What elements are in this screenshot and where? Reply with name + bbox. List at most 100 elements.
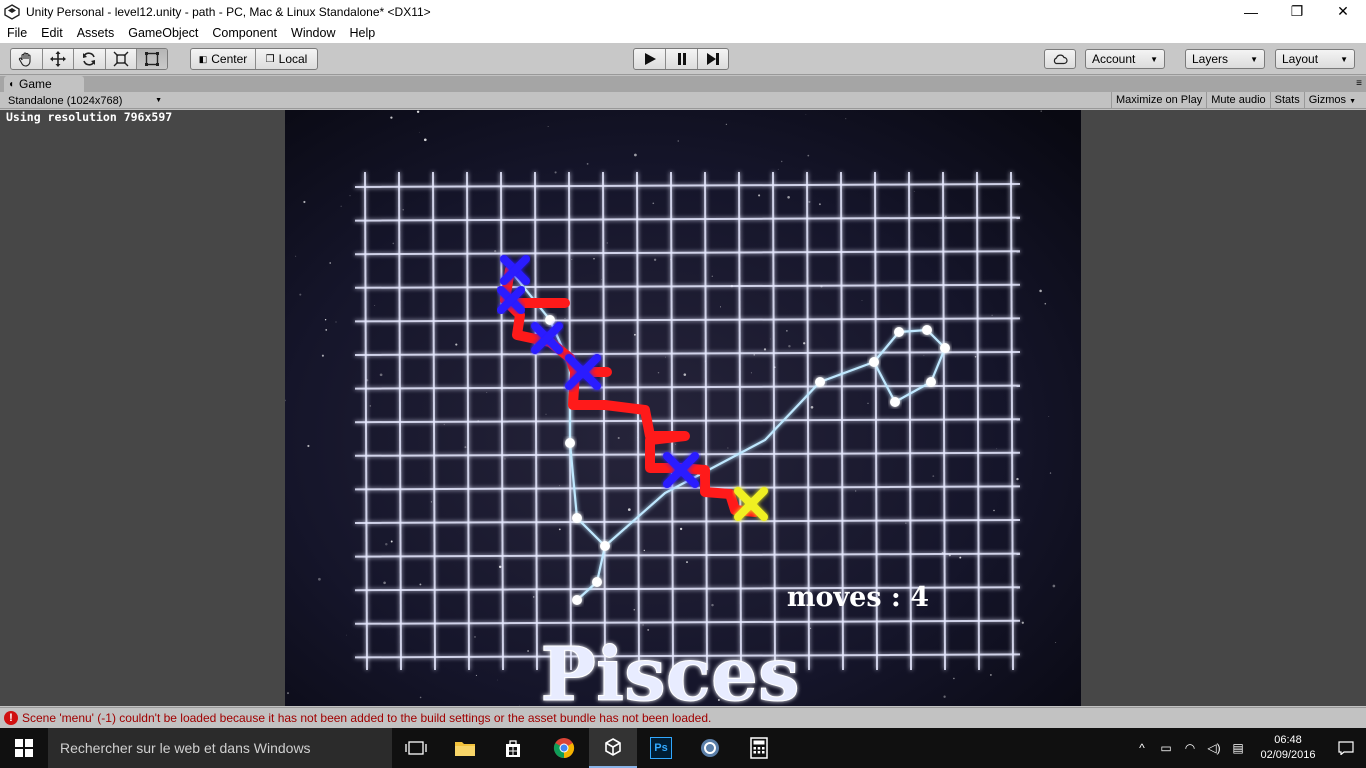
star: [653, 258, 657, 261]
star: [683, 373, 687, 376]
level-title: Pisces: [540, 632, 799, 706]
star: [419, 583, 422, 586]
status-message: Scene 'menu' (-1) couldn't be loaded bec…: [22, 711, 712, 725]
start-button[interactable]: [0, 728, 48, 768]
star: [545, 413, 547, 415]
system-clock[interactable]: 06:48 02/09/2016: [1250, 733, 1326, 763]
taskbar-photoshop[interactable]: Ps: [637, 728, 685, 768]
star: [547, 126, 549, 127]
star: [321, 354, 324, 357]
taskbar-unity[interactable]: [589, 728, 637, 768]
scale-tool-button[interactable]: [106, 49, 138, 69]
menu-help[interactable]: Help: [342, 26, 382, 40]
menu-window[interactable]: Window: [284, 26, 342, 40]
layers-dropdown[interactable]: Layers ▼: [1185, 49, 1265, 69]
pivot-local-button[interactable]: ❒ Local: [256, 49, 317, 69]
show-hidden-icons-chevron-icon[interactable]: ^: [1130, 741, 1154, 755]
pacman-icon: ◖: [8, 78, 15, 90]
constellation-star: [592, 577, 602, 587]
star: [855, 490, 857, 492]
clock-time: 06:48: [1274, 734, 1302, 746]
constellation-star: [572, 513, 582, 523]
star: [777, 168, 779, 170]
taskbar-store[interactable]: [489, 728, 537, 768]
game-canvas[interactable]: moves : 4 Pisces: [285, 110, 1081, 706]
tab-menu-icon[interactable]: ≡: [1356, 78, 1362, 89]
star: [753, 354, 755, 356]
menu-assets[interactable]: Assets: [70, 26, 122, 40]
taskbar-chrome[interactable]: [540, 728, 588, 768]
star: [845, 118, 847, 120]
star: [318, 577, 321, 581]
gizmos-dropdown[interactable]: Gizmos ▼: [1303, 92, 1360, 109]
account-dropdown[interactable]: Account ▼: [1085, 49, 1165, 69]
task-view-button[interactable]: [392, 728, 440, 768]
star: [780, 160, 783, 163]
star: [657, 371, 660, 374]
star: [532, 596, 535, 598]
maximize-on-play-toggle[interactable]: Maximize on Play: [1111, 92, 1206, 109]
star: [711, 275, 713, 277]
dropdown-arrow-icon: ▼: [1349, 98, 1356, 105]
star: [923, 355, 925, 356]
star: [647, 628, 650, 631]
cloud-button[interactable]: [1044, 49, 1076, 69]
pause-icon: [677, 53, 686, 65]
step-button[interactable]: [698, 49, 728, 69]
wifi-icon[interactable]: ◠: [1178, 741, 1202, 755]
rect-tool-button[interactable]: [137, 49, 167, 69]
title-bar: Unity Personal - level12.unity - path - …: [0, 0, 1366, 23]
constellation-star: [600, 541, 610, 551]
star: [325, 329, 328, 331]
minimize-button[interactable]: —: [1228, 0, 1274, 23]
app-icon: [701, 739, 719, 757]
star: [617, 436, 620, 440]
star: [1016, 477, 1019, 481]
tab-game[interactable]: ◖ Game: [4, 76, 84, 92]
rotate-tool-button[interactable]: [74, 49, 106, 69]
layout-dropdown[interactable]: Layout ▼: [1275, 49, 1355, 69]
taskbar-app[interactable]: [686, 728, 734, 768]
mute-audio-toggle[interactable]: Mute audio: [1206, 92, 1269, 109]
star: [390, 116, 393, 119]
star: [335, 321, 337, 323]
clock-date: 02/09/2016: [1260, 749, 1316, 761]
star: [571, 258, 573, 260]
maximize-button[interactable]: ❐: [1274, 0, 1320, 23]
pause-button[interactable]: [666, 49, 698, 69]
star: [475, 674, 477, 676]
menu-file[interactable]: File: [0, 26, 34, 40]
play-button[interactable]: [634, 49, 666, 69]
star: [329, 262, 332, 264]
unity-logo-icon: [4, 3, 20, 20]
system-tray: ^ ▭ ◠ ◁) ▤ 06:48 02/09/2016: [1130, 728, 1366, 768]
star: [996, 448, 998, 450]
resolution-dropdown[interactable]: Standalone (1024x768) ▼: [4, 93, 166, 108]
keyboard-icon[interactable]: ▤: [1226, 741, 1250, 755]
star: [504, 458, 506, 460]
photoshop-icon: Ps: [650, 737, 672, 759]
star: [464, 446, 467, 449]
menu-edit[interactable]: Edit: [34, 26, 70, 40]
close-button[interactable]: ✕: [1320, 0, 1366, 23]
menu-component[interactable]: Component: [205, 26, 284, 40]
star: [494, 249, 497, 253]
stats-toggle[interactable]: Stats: [1269, 92, 1304, 109]
star: [725, 123, 728, 126]
hand-tool-button[interactable]: [11, 49, 43, 69]
console-status-bar[interactable]: ! Scene 'menu' (-1) couldn't be loaded b…: [0, 707, 1366, 728]
taskbar-search-box[interactable]: Rechercher sur le web et dans Windows: [48, 728, 392, 768]
move-tool-button[interactable]: [43, 49, 75, 69]
taskbar-calculator[interactable]: [735, 728, 783, 768]
pivot-center-button[interactable]: ◧ Center: [191, 49, 256, 69]
star: [379, 373, 383, 377]
dropdown-arrow-icon: ▼: [155, 97, 162, 104]
taskbar-file-explorer[interactable]: [441, 728, 489, 768]
star: [932, 475, 935, 477]
volume-icon[interactable]: ◁): [1202, 741, 1226, 755]
move-tool-icon: [49, 51, 66, 67]
star: [346, 634, 347, 636]
action-center-button[interactable]: [1326, 728, 1366, 768]
menu-gameobject[interactable]: GameObject: [121, 26, 205, 40]
battery-icon[interactable]: ▭: [1154, 741, 1178, 755]
